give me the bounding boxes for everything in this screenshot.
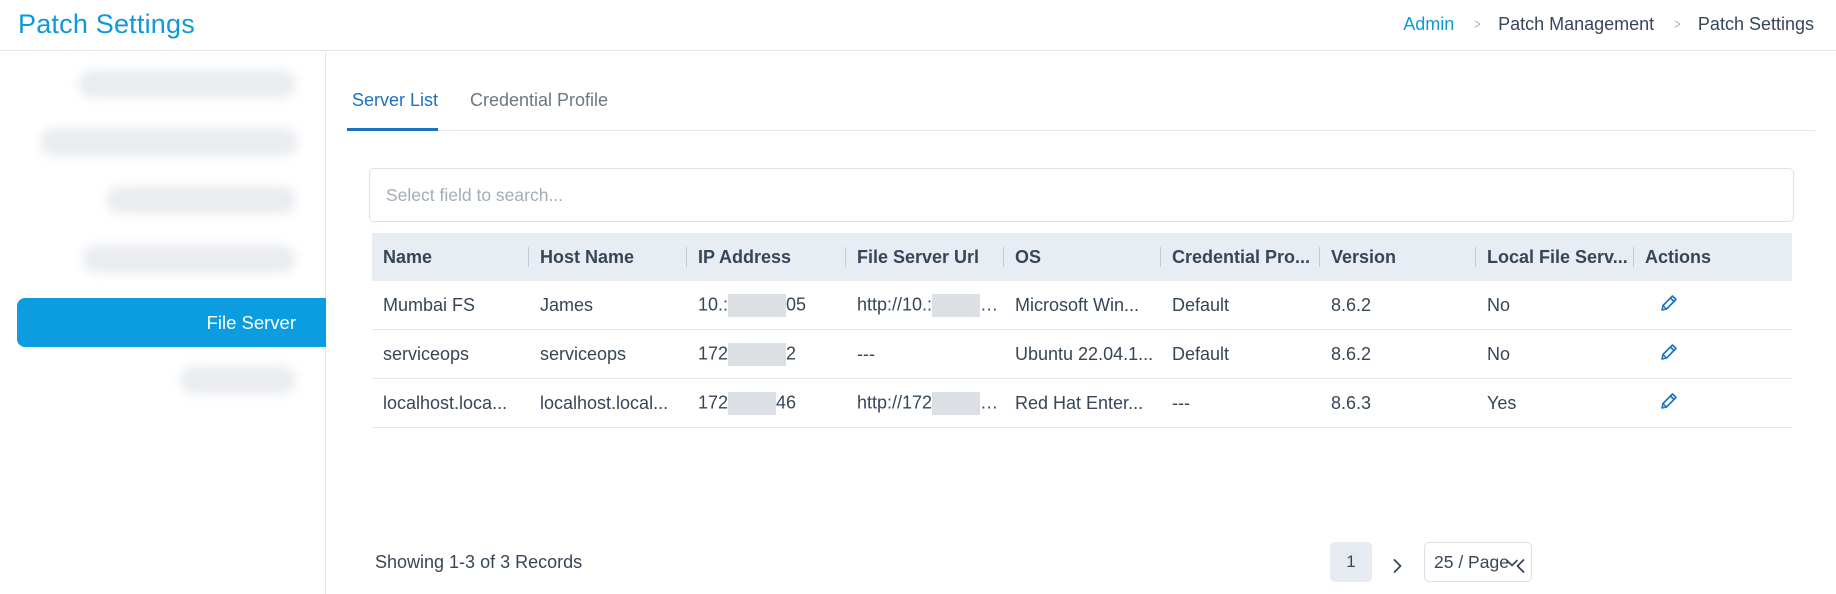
cell-host-name: James [540, 294, 594, 315]
redacted-block [932, 293, 981, 317]
cell-name: serviceops [383, 343, 470, 364]
page-number-button[interactable]: 1 [1330, 542, 1372, 582]
cell-file-server-url: --- [857, 343, 875, 364]
sidebar-item-file-server[interactable]: File Server [17, 298, 326, 347]
sidebar: File Server [0, 52, 326, 594]
cell-credential-profile: --- [1172, 392, 1190, 413]
breadcrumb-separator-icon: > [1474, 16, 1481, 33]
column-header-local-file-server[interactable]: Local File Serv... [1476, 246, 1634, 268]
page-size-value: 25 / Page [1434, 551, 1509, 572]
server-list-table: Name Host Name IP Address File Server Ur… [372, 233, 1792, 428]
column-header-file-server-url[interactable]: File Server Url [846, 246, 1004, 268]
column-header-name[interactable]: Name [372, 246, 529, 268]
breadcrumb: Admin > Patch Management > Patch Setting… [1403, 14, 1814, 35]
cell-credential-profile: Default [1172, 294, 1230, 315]
cell-host-name: serviceops [540, 343, 627, 364]
active-tab-indicator [347, 128, 438, 131]
redacted-block [728, 391, 777, 415]
cell-os: Red Hat Enter... [1015, 392, 1144, 413]
cell-local-file-server: No [1487, 343, 1511, 364]
sidebar-item-redacted[interactable] [78, 70, 296, 98]
search-input[interactable] [369, 168, 1794, 222]
cell-actions [1634, 342, 1792, 367]
table-row[interactable]: serviceops serviceops 172 2 --- Ubuntu 22… [372, 330, 1792, 379]
main-content: Server List Credential Profile Name Host… [347, 52, 1817, 594]
page-title: Patch Settings [18, 9, 195, 39]
sidebar-item-redacted[interactable] [180, 366, 296, 394]
page-header: Patch Settings Admin > Patch Management … [0, 0, 1836, 51]
redacted-block [728, 342, 787, 366]
cell-name: localhost.loca... [383, 392, 508, 413]
breadcrumb-separator-icon: > [1674, 16, 1681, 33]
column-header-host-name[interactable]: Host Name [529, 246, 687, 268]
tab-bar: Server List Credential Profile [347, 72, 1815, 131]
cell-file-server-url: http://10.:… [846, 293, 1004, 317]
breadcrumb-patch-settings: Patch Settings [1697, 14, 1814, 34]
cell-credential-profile: Default [1172, 343, 1230, 364]
records-count: Showing 1-3 of 3 Records [375, 552, 583, 572]
column-header-credential-profile[interactable]: Credential Pro... [1161, 246, 1320, 268]
edit-pencil-icon[interactable] [1659, 342, 1679, 362]
chevron-down-icon [1506, 559, 1518, 567]
cell-file-server-url: http://172… [846, 391, 1004, 415]
edit-pencil-icon[interactable] [1659, 293, 1679, 313]
cell-local-file-server: Yes [1487, 392, 1517, 413]
sidebar-item-redacted[interactable] [40, 128, 298, 156]
redacted-block [728, 293, 787, 317]
tab-credential-profile[interactable]: Credential Profile [470, 90, 608, 111]
tab-server-list[interactable]: Server List [352, 90, 438, 111]
sidebar-item-redacted[interactable] [106, 186, 296, 214]
column-header-ip-address[interactable]: IP Address [687, 246, 846, 268]
breadcrumb-admin[interactable]: Admin [1403, 14, 1454, 35]
cell-version: 8.6.2 [1331, 294, 1372, 315]
page-size-select[interactable]: 25 / Page [1424, 542, 1532, 582]
cell-version: 8.6.3 [1331, 392, 1372, 413]
cell-ip-address: 172 2 [687, 342, 846, 366]
redacted-block [932, 391, 981, 415]
column-header-actions: Actions [1645, 246, 1712, 267]
cell-os: Microsoft Win... [1015, 294, 1140, 315]
cell-local-file-server: No [1487, 294, 1511, 315]
table-row[interactable]: localhost.loca... localhost.local... 172… [372, 379, 1792, 428]
cell-ip-address: 172 46 [687, 391, 846, 415]
cell-version: 8.6.2 [1331, 343, 1372, 364]
cell-actions [1634, 391, 1792, 416]
cell-os: Ubuntu 22.04.1... [1015, 343, 1154, 364]
cell-host-name: localhost.local... [540, 392, 669, 413]
cell-ip-address: 10.: 05 [687, 293, 846, 317]
next-page-icon[interactable] [1385, 554, 1409, 578]
tab-label: Server List [352, 90, 439, 110]
cell-name: Mumbai FS [383, 294, 476, 315]
sidebar-item-label: File Server [206, 311, 296, 333]
table-header: Name Host Name IP Address File Server Ur… [372, 233, 1792, 281]
column-header-os[interactable]: OS [1004, 246, 1161, 268]
tab-label: Credential Profile [470, 90, 609, 110]
sidebar-item-redacted[interactable] [82, 245, 296, 273]
edit-pencil-icon[interactable] [1659, 391, 1679, 411]
cell-actions [1634, 293, 1792, 318]
column-header-version[interactable]: Version [1320, 246, 1476, 268]
breadcrumb-patch-management[interactable]: Patch Management [1498, 14, 1654, 35]
table-row[interactable]: Mumbai FS James 10.: 05 http://10.:… Micr… [372, 281, 1792, 330]
